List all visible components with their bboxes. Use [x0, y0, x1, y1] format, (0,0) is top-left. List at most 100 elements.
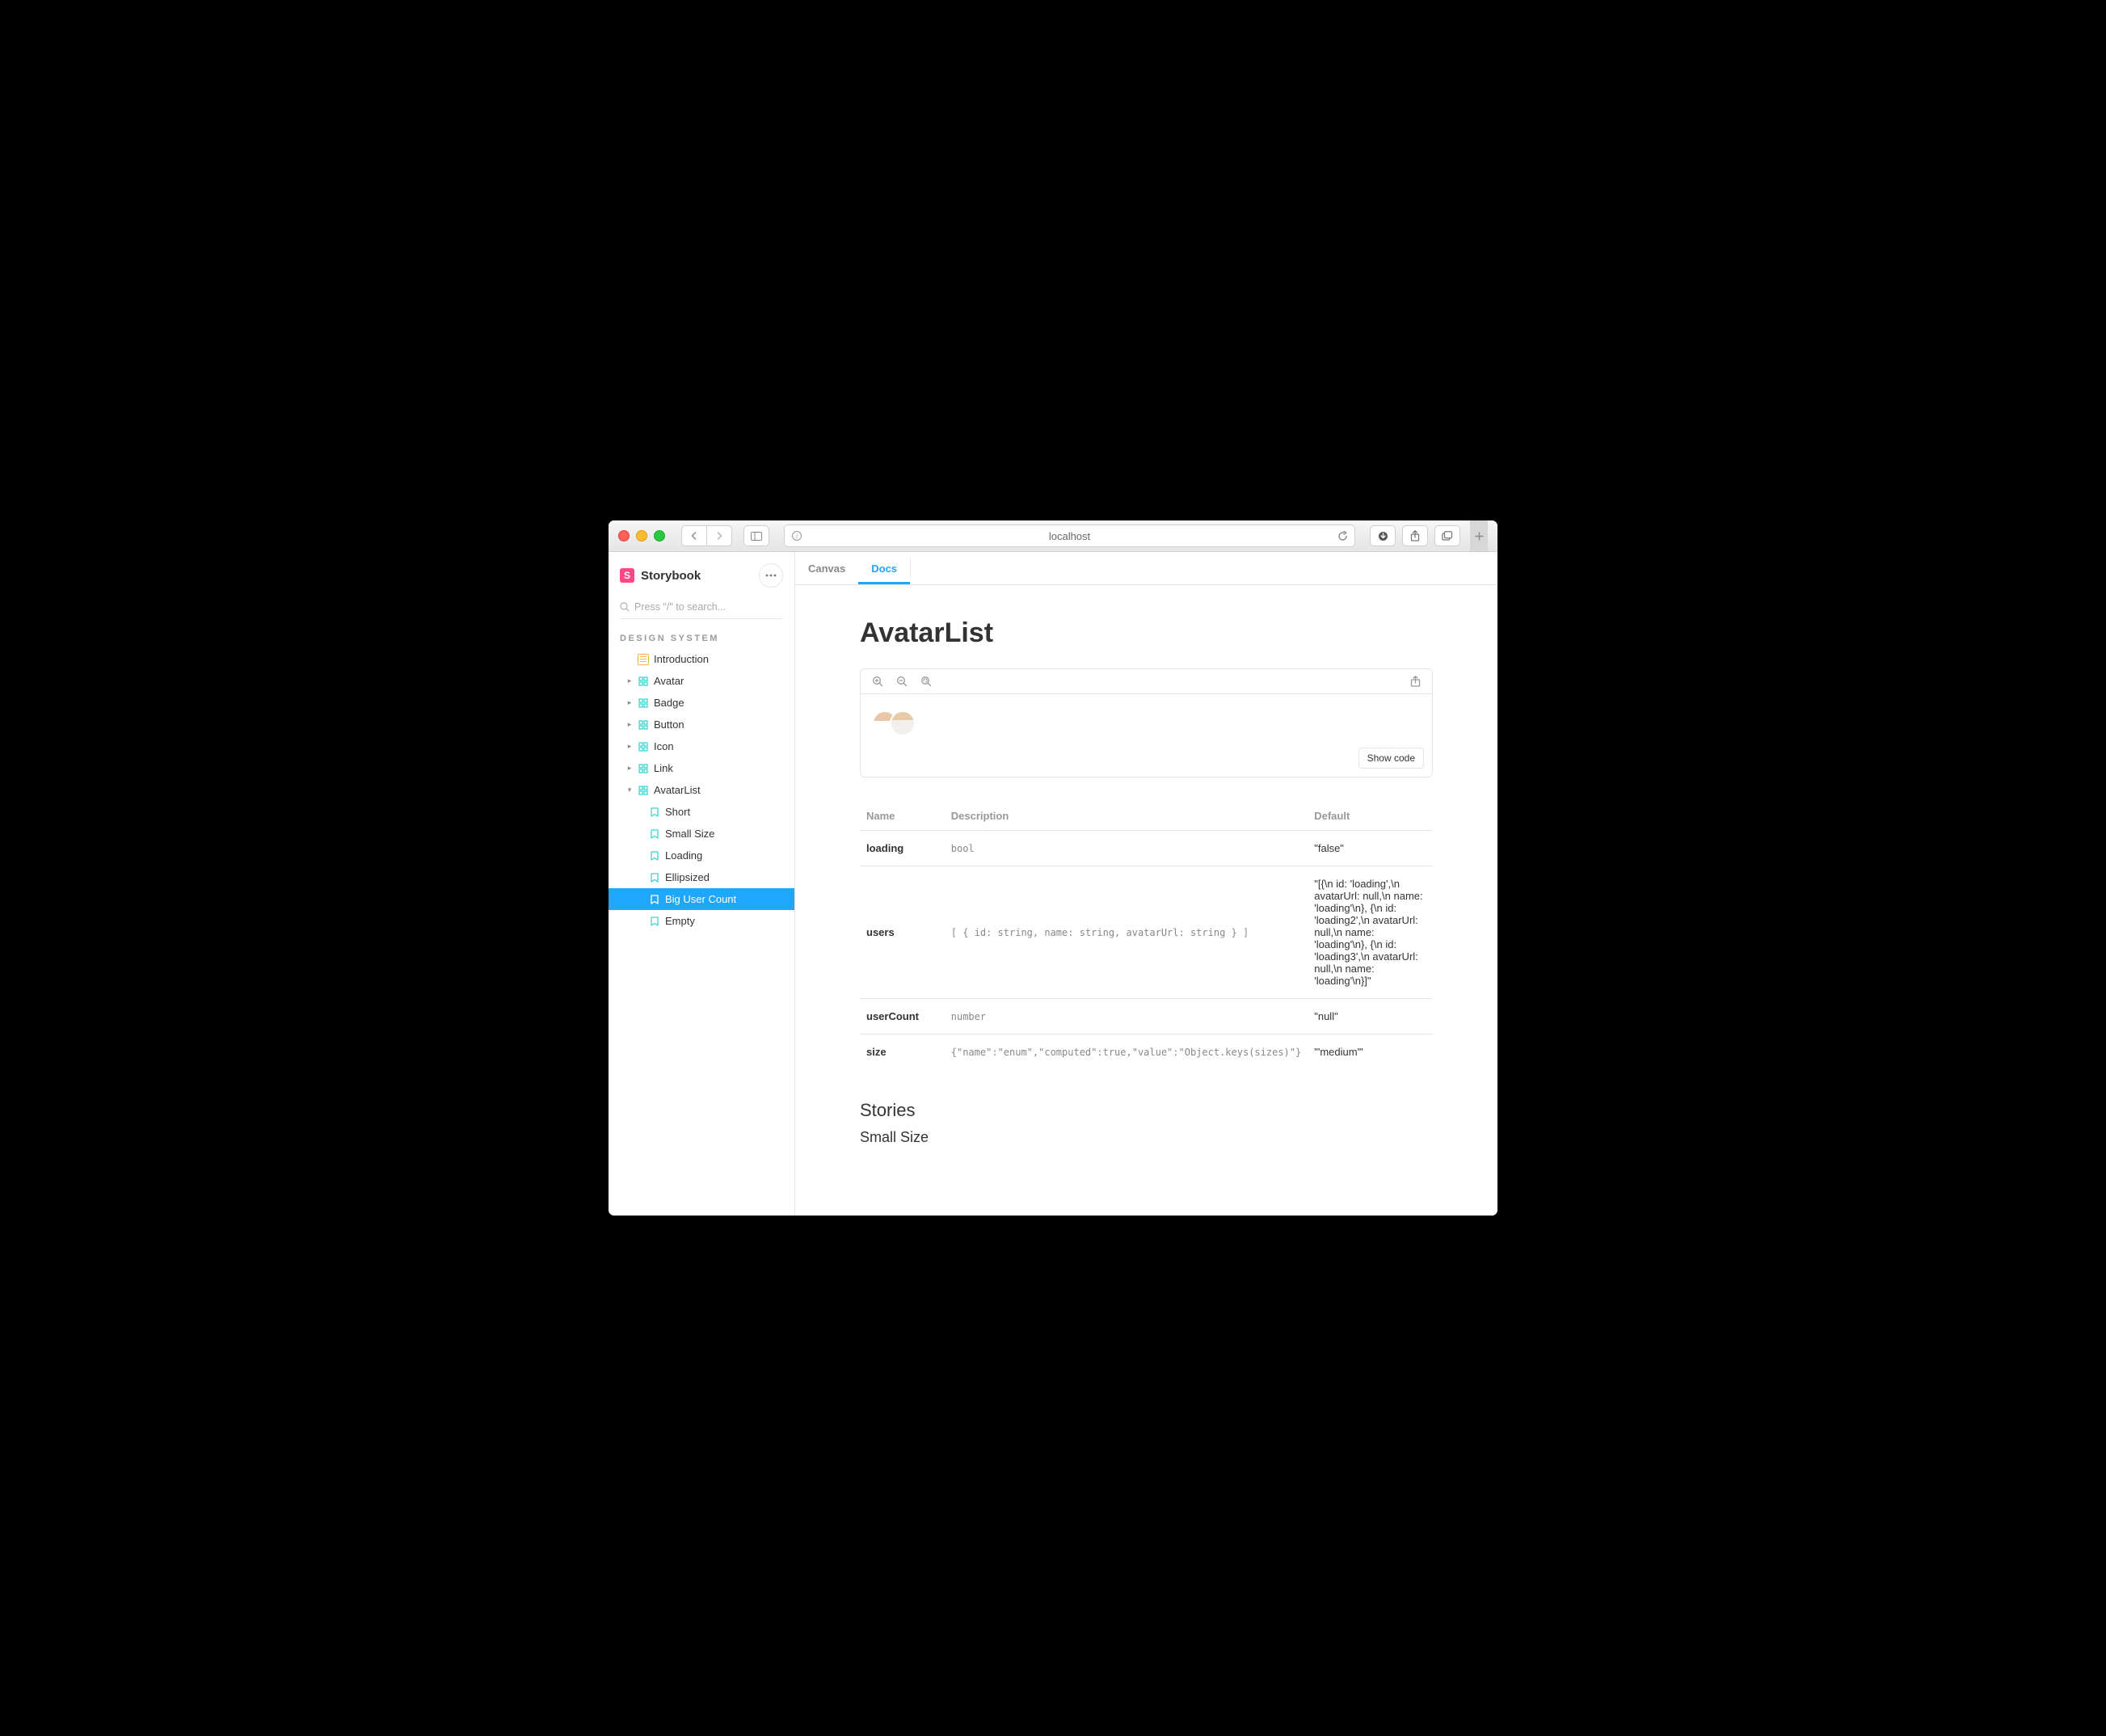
show-code-button[interactable]: Show code — [1358, 748, 1424, 769]
storybook-logo-icon: S — [620, 568, 634, 583]
back-button[interactable] — [681, 525, 707, 546]
prop-default: "[{\n id: 'loading',\n avatarUrl: null,\… — [1308, 866, 1433, 999]
sidebar-story-short[interactable]: Short — [609, 801, 794, 823]
props-table: Name Description Default loadingbool"fal… — [860, 802, 1433, 1069]
nav-back-forward — [681, 525, 732, 546]
story-icon — [649, 872, 660, 883]
sidebar-item-label: Badge — [654, 697, 786, 709]
tabs-overview-button[interactable] — [1434, 525, 1460, 546]
props-col-default: Default — [1308, 802, 1433, 831]
avatar-list-preview — [872, 710, 1421, 736]
sidebar-item-label: Small Size — [665, 828, 786, 840]
zoom-in-button[interactable] — [872, 676, 883, 687]
preview-toolbar — [861, 669, 1432, 694]
tab-divider — [910, 558, 911, 578]
props-row-loading: loadingbool"false" — [860, 831, 1433, 866]
sidebar-item-label: Empty — [665, 915, 786, 927]
prop-description: bool — [945, 831, 1308, 866]
story-title: Small Size — [860, 1129, 1433, 1146]
sidebar-item-label: Short — [665, 806, 786, 818]
forward-button[interactable] — [706, 525, 732, 546]
prop-default: "null" — [1308, 999, 1433, 1034]
sidebar-story-loading[interactable]: Loading — [609, 845, 794, 866]
sidebar-item-introduction[interactable]: Introduction — [609, 648, 794, 670]
props-row-userCount: userCountnumber"null" — [860, 999, 1433, 1034]
story-icon — [649, 828, 660, 840]
story-icon — [649, 850, 660, 862]
zoom-window-button[interactable] — [654, 530, 665, 541]
props-col-description: Description — [945, 802, 1308, 831]
sidebar-item-label: Big User Count — [665, 893, 786, 905]
preview-panel: Show code — [860, 668, 1433, 777]
sidebar-item-label: Avatar — [654, 675, 786, 687]
sidebar-story-empty[interactable]: Empty — [609, 910, 794, 932]
address-bar[interactable]: i localhost — [784, 525, 1355, 547]
prop-default: "false" — [1308, 831, 1433, 866]
brand[interactable]: S Storybook — [620, 568, 701, 583]
browser-window: i localhost S — [609, 520, 1497, 1216]
story-icon — [649, 916, 660, 927]
zoom-out-button[interactable] — [896, 676, 908, 687]
component-icon — [638, 697, 649, 709]
component-icon — [638, 676, 649, 687]
document-icon — [638, 654, 649, 665]
component-icon — [638, 719, 649, 731]
address-text: localhost — [1049, 530, 1090, 542]
sidebar-item-label: Button — [654, 718, 786, 731]
sidebar-item-avatarlist[interactable]: ▾AvatarList — [609, 779, 794, 801]
sidebar: S Storybook Press "/" to search... DESIG… — [609, 552, 795, 1216]
new-tab-button[interactable] — [1470, 520, 1488, 551]
main: CanvasDocs AvatarList — [795, 552, 1497, 1216]
sidebar-toggle-button[interactable] — [743, 525, 769, 546]
sidebar-tree: Introduction▸Avatar▸Badge▸Button▸Icon▸Li… — [609, 648, 794, 932]
tabs: CanvasDocs — [795, 552, 1497, 585]
tab-canvas[interactable]: Canvas — [795, 552, 858, 584]
sidebar-item-label: AvatarList — [654, 784, 786, 796]
sidebar-menu-button[interactable] — [759, 563, 783, 588]
avatar — [890, 710, 916, 736]
prop-name: size — [860, 1034, 945, 1070]
share-button[interactable] — [1402, 525, 1428, 546]
props-row-size: size{"name":"enum","computed":true,"valu… — [860, 1034, 1433, 1070]
tab-docs[interactable]: Docs — [858, 552, 910, 584]
search-input[interactable]: Press "/" to search... — [620, 596, 783, 619]
sidebar-story-small-size[interactable]: Small Size — [609, 823, 794, 845]
sidebar-section-title: DESIGN SYSTEM — [609, 629, 794, 648]
component-icon — [638, 741, 649, 752]
svg-text:i: i — [796, 533, 798, 540]
prop-description: {"name":"enum","computed":true,"value":"… — [945, 1034, 1308, 1070]
prop-name: users — [860, 866, 945, 999]
sidebar-item-link[interactable]: ▸Link — [609, 757, 794, 779]
story-icon — [649, 894, 660, 905]
reload-button[interactable] — [1337, 531, 1348, 541]
stories-heading: Stories — [860, 1100, 1433, 1121]
minimize-window-button[interactable] — [636, 530, 647, 541]
sidebar-item-label: Link — [654, 762, 786, 774]
prop-name: userCount — [860, 999, 945, 1034]
downloads-button[interactable] — [1370, 525, 1396, 546]
prop-description: [ { id: string, name: string, avatarUrl:… — [945, 866, 1308, 999]
sidebar-story-big-user-count[interactable]: Big User Count — [609, 888, 794, 910]
props-row-users: users[ { id: string, name: string, avata… — [860, 866, 1433, 999]
preview-body: Show code — [861, 694, 1432, 777]
site-info-icon: i — [791, 530, 802, 541]
component-icon — [638, 785, 649, 796]
sidebar-item-label: Icon — [654, 740, 786, 752]
component-icon — [638, 763, 649, 774]
sidebar-item-icon[interactable]: ▸Icon — [609, 735, 794, 757]
open-isolated-button[interactable] — [1410, 676, 1421, 687]
sidebar-item-button[interactable]: ▸Button — [609, 714, 794, 735]
titlebar: i localhost — [609, 520, 1497, 552]
page-title: AvatarList — [860, 617, 1433, 649]
search-placeholder: Press "/" to search... — [634, 601, 726, 613]
sidebar-item-avatar[interactable]: ▸Avatar — [609, 670, 794, 692]
close-window-button[interactable] — [618, 530, 630, 541]
sidebar-story-ellipsized[interactable]: Ellipsized — [609, 866, 794, 888]
story-icon — [649, 807, 660, 818]
sidebar-item-badge[interactable]: ▸Badge — [609, 692, 794, 714]
sidebar-item-label: Loading — [665, 849, 786, 862]
prop-default: "'medium'" — [1308, 1034, 1433, 1070]
titlebar-right — [1370, 525, 1460, 546]
sidebar-header: S Storybook — [609, 552, 794, 596]
zoom-reset-button[interactable] — [920, 676, 932, 687]
